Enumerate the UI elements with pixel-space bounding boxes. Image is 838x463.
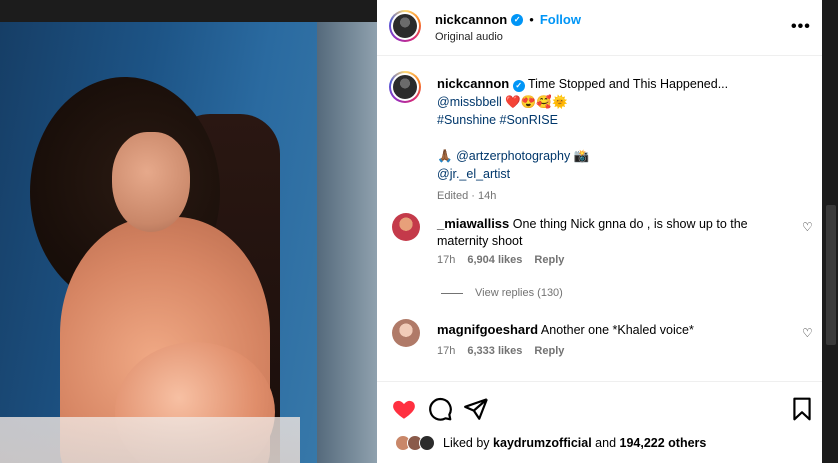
- likes-summary[interactable]: Liked by kaydrumzofficial and 194,222 ot…: [395, 435, 706, 451]
- comment-meta: 17h 6,333 likes Reply: [437, 345, 564, 357]
- liked-by-and: and: [595, 436, 617, 450]
- comment-body: magnifgoeshard Another one *Khaled voice…: [437, 321, 767, 339]
- post-header: nickcannon ✓ • Follow Original audio •••: [377, 0, 822, 56]
- media-figure-face: [112, 132, 190, 232]
- caption-text: Time Stopped and This Happened...: [527, 77, 729, 91]
- view-replies-label: View replies (130): [475, 287, 563, 299]
- caption-emojis: ❤️😍🥰🌞: [505, 95, 568, 109]
- likes-count[interactable]: 194,222 others: [620, 436, 707, 450]
- post-caption: nickcannon ✓ Time Stopped and This Happe…: [437, 75, 807, 205]
- right-gutter: [822, 0, 838, 463]
- artist-link[interactable]: @jr._el_artist: [437, 165, 807, 183]
- comment-text: Another one *Khaled voice*: [540, 323, 694, 337]
- liked-by-user[interactable]: kaydrumzofficial: [493, 436, 592, 450]
- comment-like-icon[interactable]: ♡: [802, 326, 813, 340]
- media-wall: [317, 22, 377, 463]
- liked-by-prefix: Liked by: [443, 436, 490, 450]
- comment-reply-button[interactable]: Reply: [534, 254, 564, 266]
- caption-username[interactable]: nickcannon: [437, 76, 509, 91]
- author-avatar[interactable]: [389, 10, 421, 42]
- view-replies-button[interactable]: View replies (130): [441, 287, 563, 299]
- separator-dot: •: [529, 12, 534, 27]
- more-options-icon[interactable]: •••: [791, 18, 811, 36]
- caption-avatar[interactable]: [389, 71, 421, 103]
- comment-reply-button[interactable]: Reply: [534, 345, 564, 357]
- scrollbar-thumb[interactable]: [826, 205, 836, 345]
- pray-emoji: 🙏🏾: [437, 149, 453, 163]
- comment-likes[interactable]: 6,333 likes: [467, 345, 522, 357]
- comment-like-icon[interactable]: ♡: [802, 220, 813, 234]
- comment-username[interactable]: magnifgoeshard: [437, 322, 538, 337]
- comment-meta: 17h 6,904 likes Reply: [437, 254, 564, 266]
- post-side-panel: nickcannon ✓ • Follow Original audio •••…: [377, 0, 838, 463]
- post-actions: Liked by kaydrumzofficial and 194,222 ot…: [377, 381, 822, 463]
- follow-button[interactable]: Follow: [540, 12, 581, 27]
- bookmark-icon[interactable]: [789, 396, 815, 422]
- photographer-link[interactable]: @artzerphotography: [456, 149, 570, 163]
- comment-username[interactable]: _miawalliss: [437, 216, 509, 231]
- comment-time[interactable]: 17h: [437, 254, 455, 266]
- comments-section[interactable]: nickcannon ✓ Time Stopped and This Happe…: [377, 57, 822, 380]
- verified-icon: ✓: [511, 13, 524, 26]
- audio-label[interactable]: Original audio: [435, 31, 503, 43]
- liker-avatar: [419, 435, 435, 451]
- comment-body: _miawalliss One thing Nick gnna do , is …: [437, 215, 767, 250]
- camera-emoji: 📸: [573, 149, 590, 163]
- author-username[interactable]: nickcannon: [435, 12, 507, 27]
- comment-time[interactable]: 17h: [437, 345, 455, 357]
- replies-divider: [441, 292, 463, 294]
- like-heart-icon[interactable]: [391, 396, 417, 422]
- comment-avatar[interactable]: [392, 213, 420, 241]
- comment-icon[interactable]: [427, 396, 453, 422]
- liker-avatars: [395, 435, 435, 451]
- verified-icon: ✓: [512, 80, 525, 92]
- comment-likes[interactable]: 6,904 likes: [467, 254, 522, 266]
- post-media[interactable]: [0, 22, 377, 463]
- comment-avatar[interactable]: [392, 319, 420, 347]
- mention-link[interactable]: @missbbell: [437, 95, 502, 109]
- caption-meta: Edited · 14h: [437, 190, 497, 202]
- share-icon[interactable]: [463, 396, 489, 422]
- hashtag-links[interactable]: #Sunshine #SonRISE: [437, 111, 807, 129]
- media-figure-skirt: [0, 417, 300, 463]
